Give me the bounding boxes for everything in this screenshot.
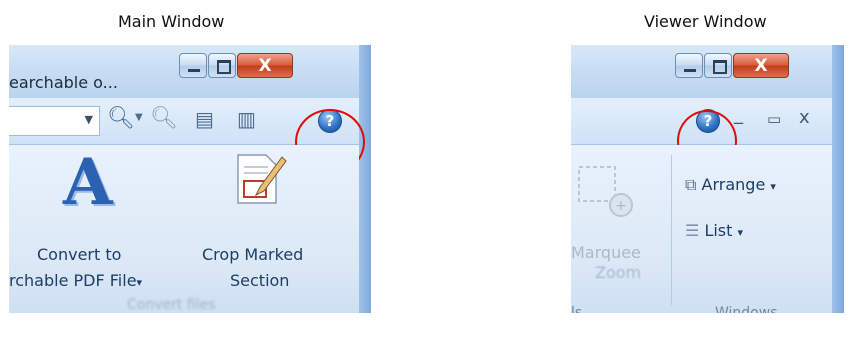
ribbon: + Marquee Zoom ls ⧉ Arrange ▾ ☰ List ▾ W… [571, 145, 832, 313]
maximize-button[interactable] [704, 53, 732, 78]
close-button[interactable]: X [733, 53, 789, 78]
maximize-icon [713, 60, 727, 74]
maximize-icon [217, 60, 231, 74]
close-icon: X [754, 56, 768, 76]
windows-group-label: Windows [715, 305, 778, 313]
arrange-label: Arrange [701, 175, 766, 194]
group-divider [671, 155, 672, 305]
title-bar: X [571, 45, 844, 98]
mdi-minimize-icon[interactable]: _ [734, 104, 743, 125]
main-window-caption: Main Window [118, 12, 225, 31]
minimize-button[interactable] [675, 53, 703, 78]
chevron-down-icon[interactable]: ▼ [135, 112, 143, 123]
marquee-zoom-line1: Marquee [571, 243, 641, 262]
search-disabled-icon: 🔍︎ [150, 106, 178, 131]
chevron-down-icon: ▾ [770, 180, 776, 193]
convert-button[interactable]: rchable PDF File▾ [9, 271, 142, 290]
viewer-window-caption: Viewer Window [644, 12, 767, 31]
chevron-down-icon: ▾ [737, 226, 744, 239]
crop-button-line2[interactable]: Section [230, 271, 289, 290]
convert-button-line2: rchable PDF File [9, 271, 137, 290]
group-label: Convert files [127, 297, 216, 313]
close-button[interactable]: X [237, 53, 293, 78]
ribbon: A Convert to rchable PDF File▾ Crop Mark… [9, 145, 359, 313]
main-window-screenshot: earchable o... X ▼ 🔍︎ ▼ 🔍︎ ▤ ▥ ? A Conve… [9, 45, 371, 313]
maximize-button[interactable] [208, 53, 236, 78]
chevron-down-icon: ▼ [84, 113, 93, 126]
arrange-icon: ⧉ [685, 175, 697, 194]
caption-buttons: X [179, 53, 294, 80]
crop-section-icon [237, 154, 287, 204]
window-title: earchable o... [9, 73, 118, 92]
list-button[interactable]: ☰ List ▾ [685, 221, 743, 240]
zoom-combo[interactable]: ▼ [9, 106, 100, 136]
convert-pdf-icon: A [63, 145, 113, 220]
viewer-window-screenshot: X ? _ ▭ x + Marquee Zoom ls ⧉ Arrange ▾ … [571, 45, 844, 313]
list-label: List [704, 221, 733, 240]
minimize-button[interactable] [179, 53, 207, 78]
window-frame [359, 45, 371, 313]
crop-button-line1[interactable]: Crop Marked [202, 245, 303, 264]
page-layout-icon[interactable]: ▤ [195, 107, 214, 131]
chevron-down-icon: ▾ [136, 276, 143, 289]
caption-buttons: X [675, 53, 790, 80]
minimize-icon [188, 69, 200, 72]
minimize-icon [684, 69, 696, 72]
convert-button-line1[interactable]: Convert to [37, 245, 121, 264]
window-frame [832, 45, 844, 313]
group-label-fragment: ls [571, 305, 583, 313]
arrange-button[interactable]: ⧉ Arrange ▾ [685, 175, 776, 195]
title-bar: earchable o... X [9, 45, 371, 98]
marquee-zoom-line2: Zoom [595, 263, 642, 282]
mdi-restore-icon[interactable]: ▭ [767, 110, 781, 128]
close-icon: X [258, 56, 272, 76]
page-view-icon[interactable]: ▥ [237, 107, 256, 131]
marquee-zoom-icon: + [578, 166, 633, 217]
svg-text:+: + [615, 198, 627, 214]
mdi-close-icon[interactable]: x [799, 107, 810, 128]
search-icon[interactable]: 🔍︎ [107, 107, 135, 131]
list-icon: ☰ [685, 221, 700, 240]
